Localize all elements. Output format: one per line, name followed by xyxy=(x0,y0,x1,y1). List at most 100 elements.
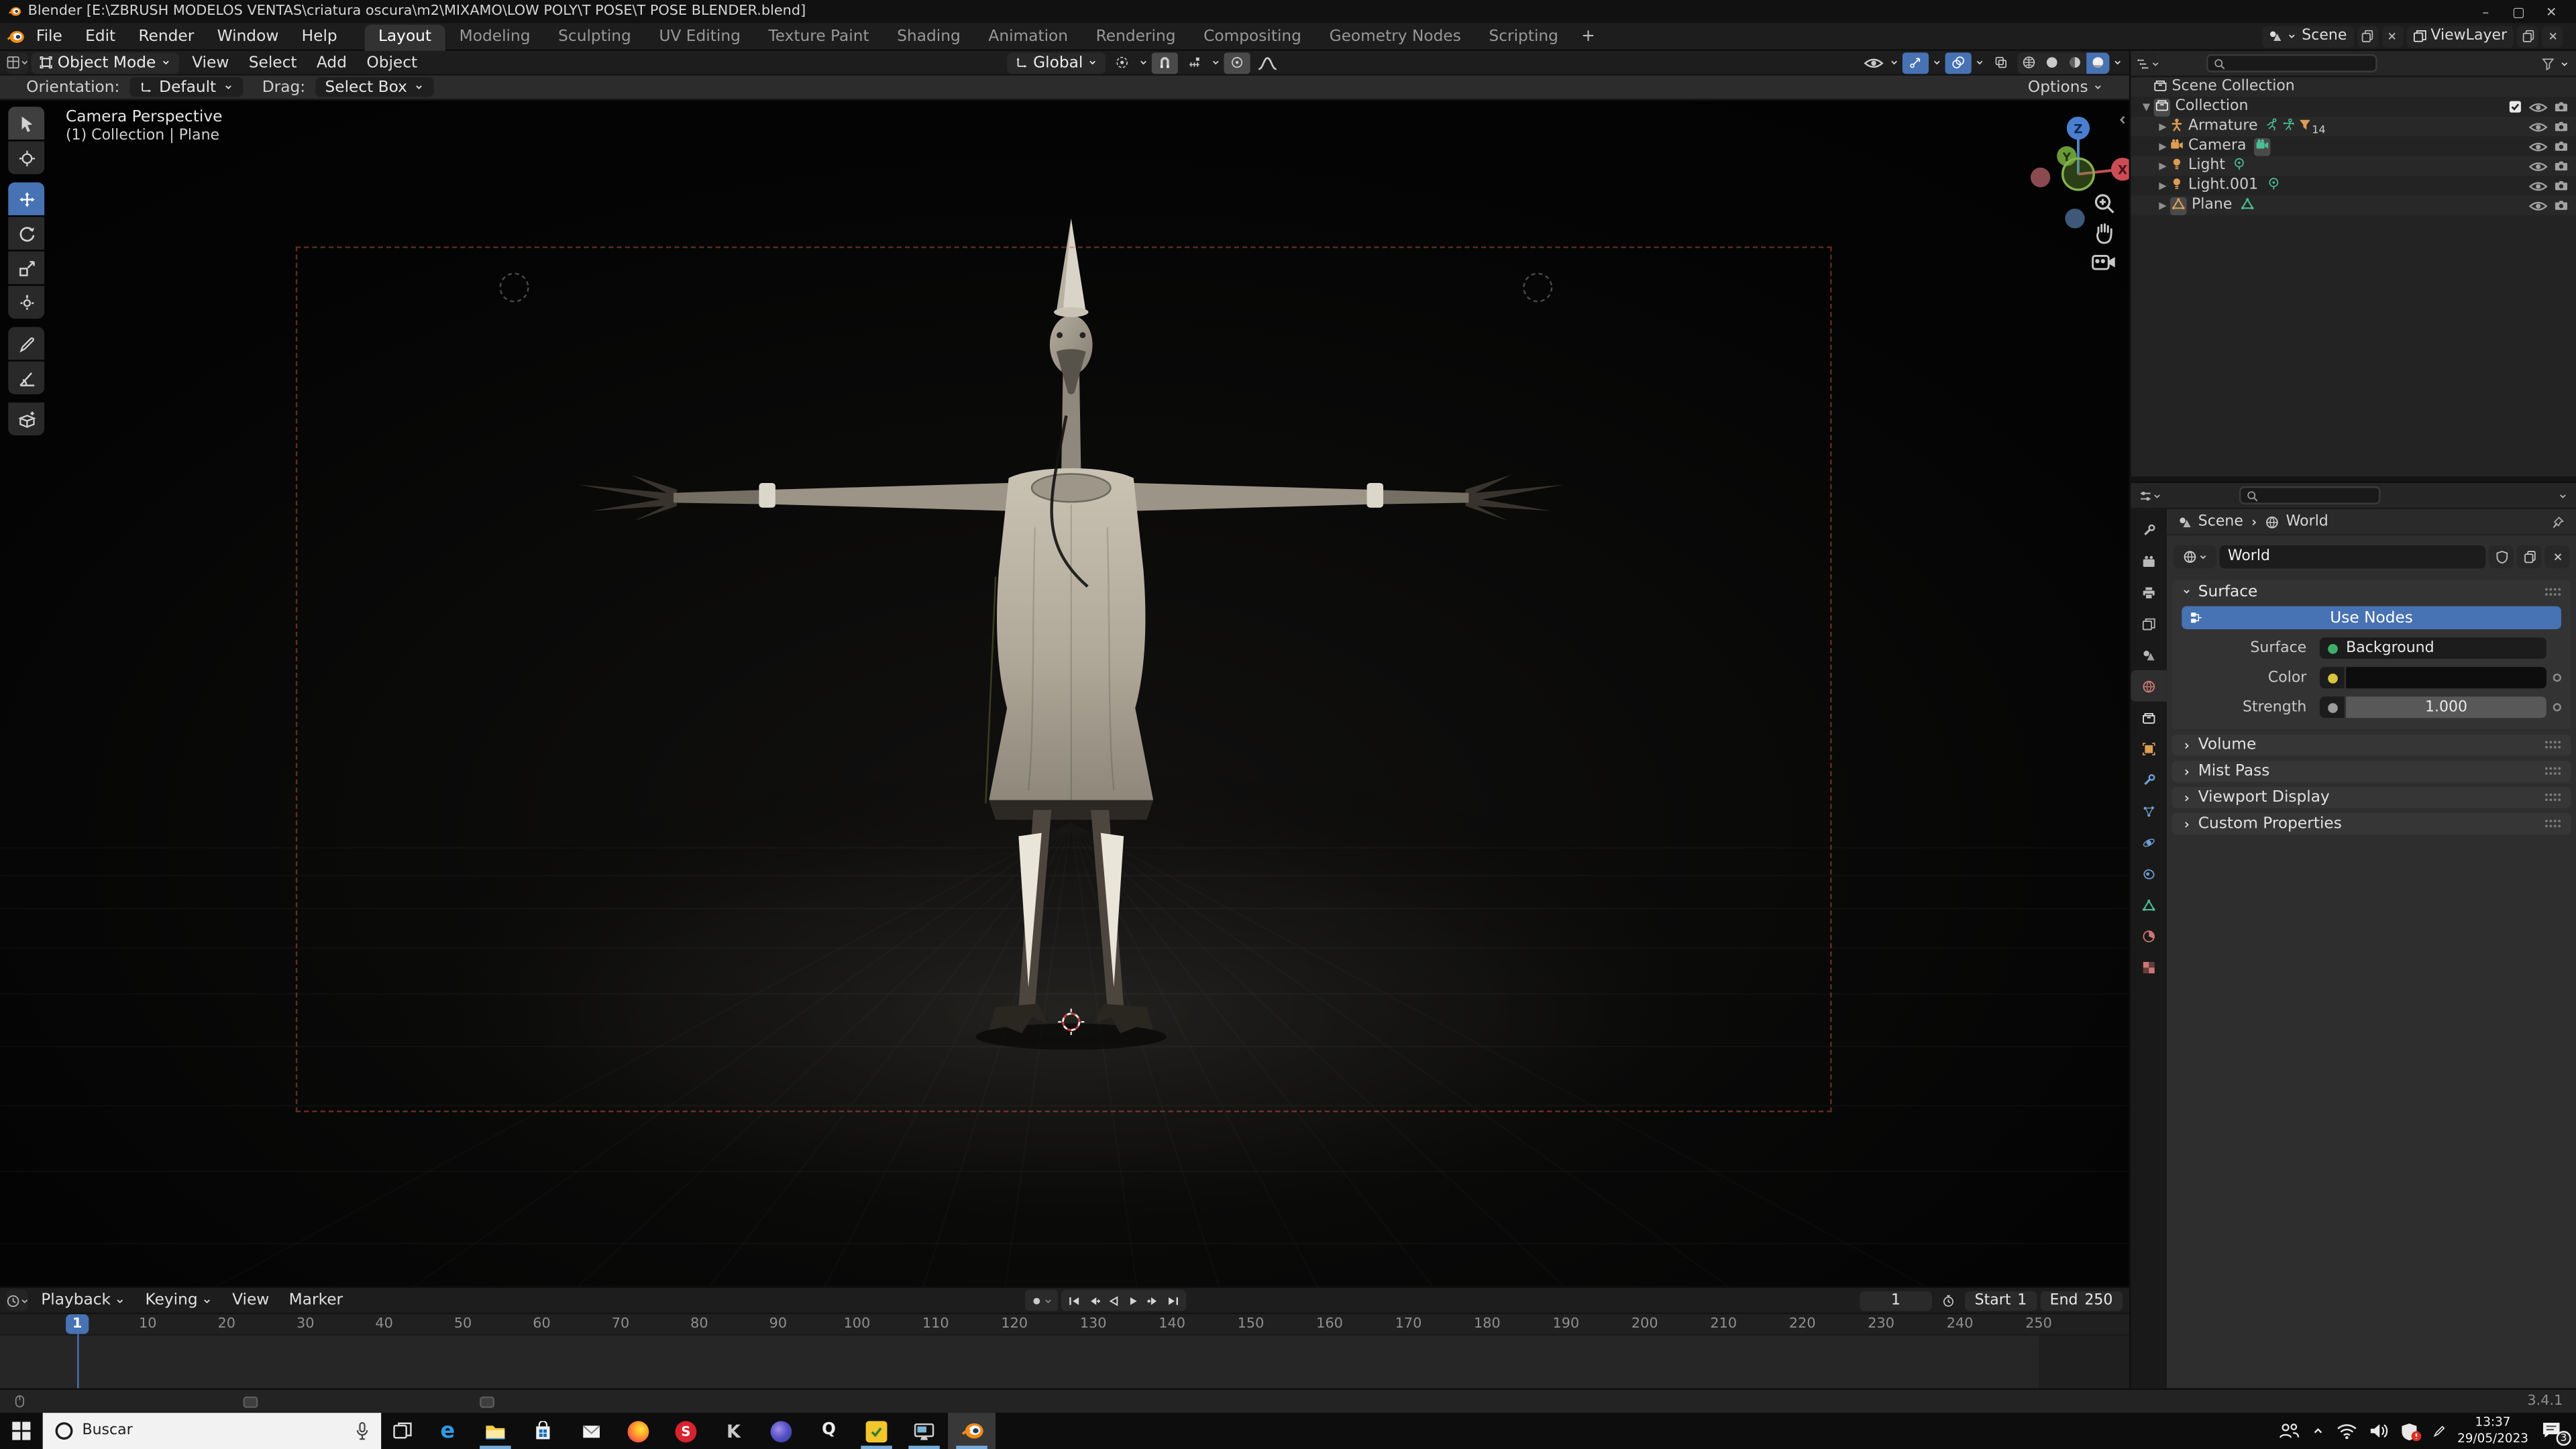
taskbar-app-red-s[interactable]: S xyxy=(662,1413,710,1449)
panel-viewport-display[interactable]: Viewport Display xyxy=(2171,787,2571,808)
properties-search[interactable] xyxy=(2239,486,2381,504)
properties-tab-world[interactable] xyxy=(2131,670,2167,702)
timeline-editor-type-button[interactable] xyxy=(6,1289,28,1311)
properties-tab-output[interactable] xyxy=(2131,577,2167,608)
viewport-menu-select[interactable]: Select xyxy=(239,54,307,72)
tool-measure[interactable] xyxy=(8,361,45,394)
workspace-tab-layout[interactable]: Layout xyxy=(365,23,445,50)
outliner-item-camera[interactable]: ▶ Camera xyxy=(2131,136,2576,156)
sidebar-collapse-arrow[interactable] xyxy=(2116,113,2129,129)
taskbar-app-monitor[interactable] xyxy=(900,1413,948,1449)
properties-search-input[interactable] xyxy=(2263,487,2374,504)
pin-icon[interactable] xyxy=(2551,515,2565,529)
timeline-menu-marker[interactable]: Marker xyxy=(279,1291,353,1309)
properties-tab-object-data[interactable] xyxy=(2131,889,2167,920)
maximize-button[interactable]: ▢ xyxy=(2502,0,2535,23)
timeline-menu-keying[interactable]: Keying xyxy=(136,1291,223,1309)
pan-button[interactable] xyxy=(2093,222,2116,245)
taskbar-search-input[interactable] xyxy=(82,1422,347,1440)
tool-move[interactable] xyxy=(8,182,45,215)
disclosure-triangle[interactable]: ▶ xyxy=(2155,121,2170,132)
notification-center-button[interactable]: 3 xyxy=(2540,1419,2571,1446)
close-button[interactable]: ✕ xyxy=(2535,0,2568,23)
outliner-search-input[interactable] xyxy=(2231,55,2371,72)
properties-tab-collection[interactable] xyxy=(2131,702,2167,733)
animate-strength-dot[interactable] xyxy=(2553,703,2561,712)
properties-tab-object[interactable] xyxy=(2131,733,2167,764)
previous-keyframe-button[interactable] xyxy=(1085,1291,1104,1309)
strength-socket-button[interactable] xyxy=(2319,696,2345,718)
copy-datablock-button[interactable] xyxy=(2516,545,2542,569)
outliner-item-collection[interactable]: ▼ Collection xyxy=(2131,97,2576,116)
taskbar-app-q-app[interactable]: Q xyxy=(805,1413,853,1449)
workspace-tab-animation[interactable]: Animation xyxy=(975,24,1081,50)
taskbar-app-blender[interactable] xyxy=(948,1413,996,1449)
mode-dropdown[interactable]: Object Mode xyxy=(31,52,179,73)
color-swatch[interactable] xyxy=(2346,667,2546,689)
surface-panel-header[interactable]: Surface xyxy=(2172,580,2571,602)
taskbar-app-yellow-check[interactable] xyxy=(853,1413,900,1449)
workspace-tab-sculpting[interactable]: Sculpting xyxy=(545,24,645,50)
camera-view-button[interactable] xyxy=(2092,253,2115,276)
delete-scene-button[interactable] xyxy=(2381,25,2403,47)
render-visibility-icon[interactable] xyxy=(2555,140,2568,153)
proportional-editing-toggle[interactable] xyxy=(1224,52,1251,73)
render-visibility-icon[interactable] xyxy=(2555,199,2568,212)
properties-tab-particles[interactable] xyxy=(2131,795,2167,826)
orientation-setting-dropdown[interactable]: Default xyxy=(129,77,243,97)
color-socket-button[interactable] xyxy=(2319,667,2345,689)
drag-handle-icon[interactable] xyxy=(2543,586,2561,597)
taskbar-search[interactable] xyxy=(42,1413,382,1449)
people-icon[interactable] xyxy=(2278,1423,2300,1439)
visibility-eye-icon[interactable] xyxy=(2528,158,2548,173)
taskbar-app-firefox[interactable] xyxy=(614,1413,662,1449)
properties-tab-material[interactable] xyxy=(2131,920,2167,951)
taskbar-clock[interactable]: 13:37 29/05/2023 xyxy=(2457,1415,2528,1447)
fake-user-button[interactable] xyxy=(2489,545,2514,569)
taskbar-app-store[interactable] xyxy=(519,1413,567,1449)
falloff-dropdown[interactable] xyxy=(1254,52,1280,73)
pivot-dropdown[interactable] xyxy=(1110,52,1136,73)
tool-rotate[interactable] xyxy=(8,217,45,250)
viewport-menu-view[interactable]: View xyxy=(182,54,239,72)
menu-file[interactable]: File xyxy=(25,27,74,45)
microphone-icon[interactable] xyxy=(355,1421,370,1440)
panel-mist-pass[interactable]: Mist Pass xyxy=(2171,760,2571,782)
taskbar-app-keyshot[interactable]: K xyxy=(710,1413,757,1449)
add-workspace-button[interactable]: + xyxy=(1572,27,1605,45)
frame-start-field[interactable]: Start 1 xyxy=(1964,1290,2037,1311)
wifi-icon[interactable] xyxy=(2336,1423,2357,1440)
drag-setting-dropdown[interactable]: Select Box xyxy=(315,77,434,97)
breadcrumb-scene[interactable]: Scene xyxy=(2198,513,2243,529)
properties-tab-scene[interactable] xyxy=(2131,639,2167,671)
menu-render[interactable]: Render xyxy=(127,27,205,45)
visibility-eye-icon[interactable] xyxy=(2528,99,2548,114)
tool-cursor[interactable] xyxy=(8,141,45,174)
render-visibility-icon[interactable] xyxy=(2555,160,2568,173)
drag-handle-icon[interactable] xyxy=(2543,792,2561,803)
filter-icon[interactable] xyxy=(2542,56,2555,70)
outliner-item-plane[interactable]: ▶ Plane xyxy=(2131,195,2576,215)
shading-solid-button[interactable] xyxy=(2041,52,2063,73)
panel-custom-properties[interactable]: Custom Properties xyxy=(2171,813,2571,835)
tool-transform[interactable] xyxy=(8,286,45,319)
menu-help[interactable]: Help xyxy=(290,27,349,45)
orientation-dropdown[interactable]: Global xyxy=(1006,52,1106,73)
timeline-menu-playback[interactable]: Playback xyxy=(32,1291,136,1309)
workspace-tab-compositing[interactable]: Compositing xyxy=(1191,24,1315,50)
properties-tab-modifiers[interactable] xyxy=(2131,764,2167,796)
visibility-eye-icon[interactable] xyxy=(2528,119,2548,134)
visibility-eye-icon[interactable] xyxy=(2528,139,2548,154)
pen-icon[interactable] xyxy=(2432,1424,2446,1438)
disclosure-triangle[interactable]: ▶ xyxy=(2155,140,2170,152)
jump-to-end-button[interactable] xyxy=(1164,1291,1183,1309)
security-alert-icon[interactable] xyxy=(2400,1420,2421,1442)
frame-end-field[interactable]: End 250 xyxy=(2039,1290,2123,1311)
timeline-ruler[interactable]: 1 10 20 30 40 50 60 70 80 90 100 110 120 130 140 150 16… xyxy=(0,1314,2129,1336)
outliner-search[interactable] xyxy=(2206,54,2377,72)
workspace-tab-texture-paint[interactable]: Texture Paint xyxy=(755,24,882,50)
workspace-tab-modeling[interactable]: Modeling xyxy=(446,24,543,50)
disclosure-triangle[interactable]: ▶ xyxy=(2155,200,2170,211)
workspace-tab-scripting[interactable]: Scripting xyxy=(1476,24,1572,50)
animate-color-dot[interactable] xyxy=(2553,674,2561,682)
